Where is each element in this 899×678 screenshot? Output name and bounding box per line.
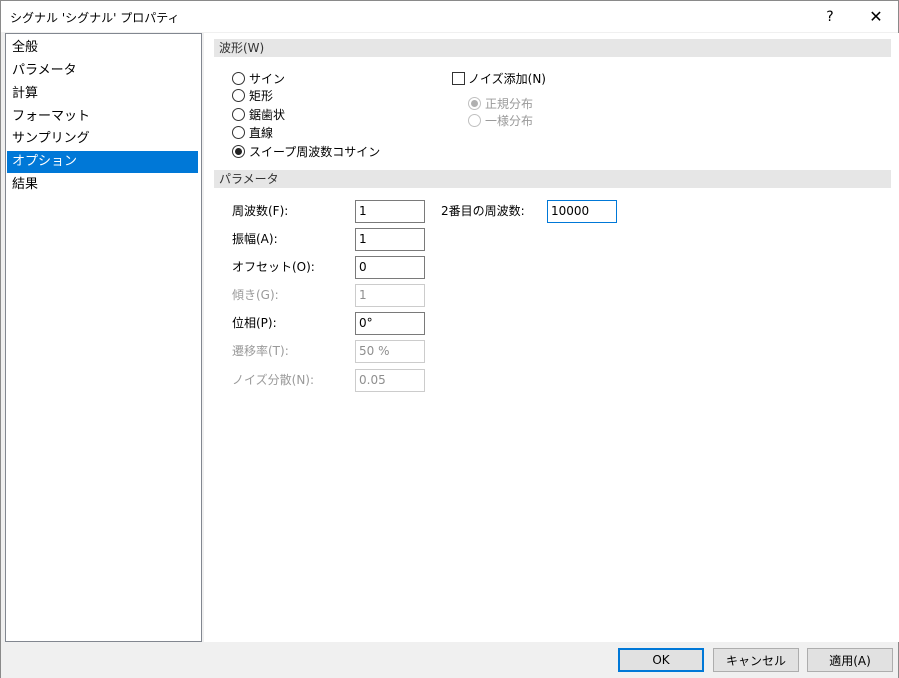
- slope-input[interactable]: 1: [355, 284, 425, 307]
- help-button[interactable]: ?: [807, 1, 853, 32]
- cancel-button[interactable]: キャンセル: [713, 648, 799, 672]
- radio-icon: [232, 71, 245, 85]
- radio-normal-distribution[interactable]: 正規分布: [468, 94, 533, 112]
- window-title: シグナル 'シグナル' プロパティ: [10, 11, 180, 25]
- sidebar-item-format[interactable]: フォーマット: [7, 106, 198, 128]
- checkbox-label: ノイズ添加(N): [468, 71, 546, 86]
- sidebar-item-calculation[interactable]: 計算: [7, 83, 198, 105]
- radio-square[interactable]: 矩形: [232, 86, 273, 104]
- sidebar-item-general[interactable]: 全般: [7, 37, 198, 59]
- category-list: 全般 パラメータ 計算 フォーマット サンプリング オプション 結果: [5, 33, 202, 642]
- options-panel: 波形(W) サイン 矩形 鋸歯状 直線 スイープ周波数コサイン ノイズ添加(N): [204, 33, 899, 642]
- radio-sine[interactable]: サイン: [232, 69, 285, 87]
- phase-input[interactable]: 0°: [355, 312, 425, 335]
- radio-linear[interactable]: 直線: [232, 123, 273, 141]
- radio-checked-icon: [468, 96, 481, 110]
- sidebar-item-parameters[interactable]: パラメータ: [7, 60, 198, 82]
- radio-label: 直線: [249, 125, 274, 140]
- offset-label: オフセット(O):: [232, 260, 315, 274]
- radio-icon: [232, 125, 245, 139]
- apply-button[interactable]: 適用(A): [807, 648, 893, 672]
- frequency-input[interactable]: 1: [355, 200, 425, 223]
- second-frequency-input[interactable]: 10000: [547, 200, 617, 223]
- transition-rate-input[interactable]: 50 %: [355, 340, 425, 363]
- radio-label: 正規分布: [485, 96, 534, 111]
- transition-rate-label: 遷移率(T):: [232, 344, 289, 358]
- phase-label: 位相(P):: [232, 316, 277, 330]
- amplitude-input[interactable]: 1: [355, 228, 425, 251]
- radio-checked-icon: [232, 144, 245, 158]
- radio-icon: [232, 107, 245, 121]
- radio-uniform-distribution[interactable]: 一様分布: [468, 111, 533, 129]
- frequency-label: 周波数(F):: [232, 204, 289, 218]
- parameters-group-header: パラメータ: [214, 170, 891, 188]
- radio-label: 矩形: [249, 88, 274, 103]
- waveform-group-header: 波形(W): [214, 39, 891, 57]
- sidebar-item-results[interactable]: 結果: [7, 174, 198, 196]
- title-bar: シグナル 'シグナル' プロパティ ? ✕: [1, 1, 898, 32]
- dialog-footer: OK キャンセル 適用(A): [1, 642, 898, 678]
- amplitude-label: 振幅(A):: [232, 232, 278, 246]
- add-noise-checkbox[interactable]: ノイズ添加(N): [452, 69, 546, 87]
- close-button[interactable]: ✕: [853, 1, 899, 32]
- radio-sweep-cosine[interactable]: スイープ周波数コサイン: [232, 142, 380, 160]
- offset-input[interactable]: 0: [355, 256, 425, 279]
- ok-button[interactable]: OK: [618, 648, 704, 672]
- sidebar-item-options[interactable]: オプション: [7, 151, 198, 173]
- radio-sawtooth[interactable]: 鋸歯状: [232, 105, 285, 123]
- second-frequency-label: 2番目の周波数:: [441, 204, 525, 218]
- sidebar-item-sampling[interactable]: サンプリング: [7, 128, 198, 150]
- radio-icon: [232, 88, 245, 102]
- radio-label: 一様分布: [485, 113, 534, 128]
- properties-dialog: シグナル 'シグナル' プロパティ ? ✕ 全般 パラメータ 計算 フォーマット…: [0, 0, 899, 678]
- slope-label: 傾き(G):: [232, 288, 279, 302]
- checkbox-icon: [452, 71, 465, 85]
- radio-label: サイン: [249, 71, 286, 86]
- noise-variance-input[interactable]: 0.05: [355, 369, 425, 392]
- radio-label: スイープ周波数コサイン: [249, 144, 381, 159]
- noise-variance-label: ノイズ分散(N):: [232, 373, 315, 387]
- radio-icon: [468, 113, 481, 127]
- radio-label: 鋸歯状: [249, 107, 286, 122]
